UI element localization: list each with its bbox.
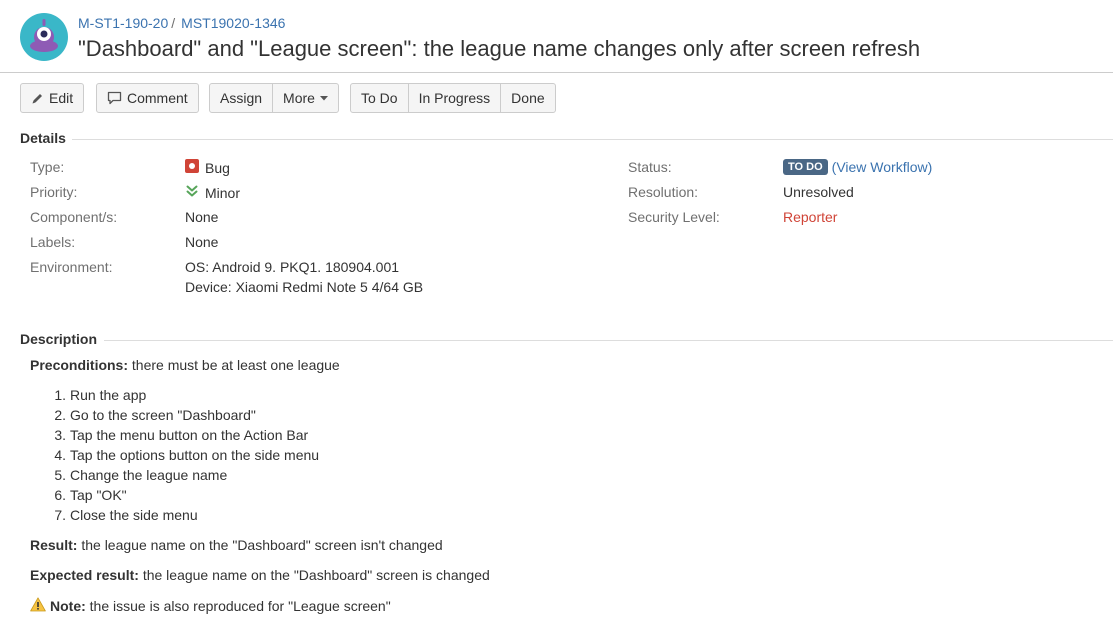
breadcrumb-project-link[interactable]: M-ST1-190-20	[78, 15, 168, 31]
note-text: the issue is also reproduced for "League…	[85, 598, 391, 614]
priority-label: Priority:	[30, 184, 78, 200]
type-value: Bug	[185, 159, 230, 176]
details-heading[interactable]: Details	[20, 130, 66, 146]
done-button-label: Done	[511, 90, 545, 106]
assign-button-label: Assign	[220, 90, 263, 106]
description-heading[interactable]: Description	[20, 331, 97, 347]
assign-more-button-group: Assign More	[209, 83, 339, 113]
steps-list: 1. Run the app 2. Go to the screen "Dashbo…	[30, 385, 319, 525]
bug-icon	[185, 159, 199, 176]
edit-button-group: Edit	[20, 83, 85, 113]
step-text: Tap "OK"	[70, 487, 127, 503]
status-value: TO DO (View Workflow)	[783, 159, 932, 175]
list-item: 1. Run the app	[30, 385, 319, 405]
step-text: Go to the screen "Dashboard"	[70, 407, 256, 423]
step-text: Tap the options button on the side menu	[70, 447, 320, 463]
expected-result-text: the league name on the "Dashboard" scree…	[138, 567, 490, 583]
step-number: 7.	[54, 507, 66, 523]
result-paragraph: Result: the league name on the "Dashboar…	[30, 537, 443, 553]
todo-button[interactable]: To Do	[351, 84, 408, 112]
result-text: the league name on the "Dashboard" scree…	[77, 537, 443, 553]
step-text: Close the side menu	[70, 507, 198, 523]
warning-icon	[30, 597, 46, 615]
comment-button[interactable]: Comment	[97, 84, 198, 112]
description-divider	[104, 340, 1113, 341]
issue-header: M-ST1-190-20/ MST19020-1346 "Dashboard" a…	[0, 0, 1113, 73]
list-item: 7. Close the side menu	[30, 505, 319, 525]
list-item: 2. Go to the screen "Dashboard"	[30, 405, 319, 425]
list-item: 6. Tap "OK"	[30, 485, 319, 505]
type-label: Type:	[30, 159, 65, 175]
components-label: Component/s:	[30, 209, 118, 225]
more-button-label: More	[283, 90, 315, 106]
double-chevron-down-icon	[185, 184, 199, 201]
done-button[interactable]: Done	[500, 84, 554, 112]
comment-button-group: Comment	[96, 83, 199, 113]
list-item: 4. Tap the options button on the side men…	[30, 445, 319, 465]
breadcrumb-issue-key-link[interactable]: MST19020-1346	[181, 15, 285, 31]
environment-os-value[interactable]: OS: Android 9. PKQ1. 180904.001	[185, 259, 399, 275]
step-number: 1.	[54, 387, 66, 403]
edit-button-label: Edit	[49, 90, 74, 106]
pencil-icon	[31, 92, 44, 105]
priority-value: Minor	[185, 184, 240, 201]
step-text: Run the app	[70, 387, 147, 403]
project-avatar-icon[interactable]	[20, 13, 68, 61]
todo-button-label: To Do	[361, 90, 398, 106]
environment-device-value[interactable]: Device: Xiaomi Redmi Note 5 4/64 GB	[185, 279, 423, 295]
priority-value-text: Minor	[205, 184, 241, 201]
caret-down-icon	[319, 95, 328, 101]
workflow-button-group: To Do In Progress Done	[350, 83, 556, 113]
assign-button[interactable]: Assign	[210, 84, 272, 112]
step-number: 2.	[54, 407, 66, 423]
components-value[interactable]: None	[185, 209, 218, 225]
in-progress-button-label: In Progress	[418, 90, 491, 106]
note-label: Note:	[50, 598, 86, 614]
step-number: 4.	[54, 447, 66, 463]
issue-title[interactable]: "Dashboard" and "League screen": the lea…	[78, 36, 920, 62]
step-number: 3.	[54, 427, 66, 443]
step-text: Tap the menu button on the Action Bar	[70, 427, 309, 443]
step-text: Change the league name	[70, 467, 228, 483]
note-paragraph: Note: the issue is also reproduced for "…	[30, 597, 391, 615]
expected-result-label: Expected result:	[30, 567, 139, 583]
expected-result-paragraph: Expected result: the league name on the …	[30, 567, 490, 583]
preconditions-text: there must be at least one league	[128, 357, 340, 373]
step-number: 6.	[54, 487, 66, 503]
preconditions-label: Preconditions:	[30, 357, 129, 373]
type-value-text: Bug	[205, 159, 230, 176]
details-divider	[72, 139, 1113, 140]
view-workflow-link[interactable]: View Workflow	[836, 159, 927, 175]
status-badge: TO DO	[783, 159, 828, 175]
result-label: Result:	[30, 537, 78, 553]
status-label: Status:	[628, 159, 672, 175]
in-progress-button[interactable]: In Progress	[407, 84, 501, 112]
edit-button[interactable]: Edit	[21, 84, 83, 112]
comment-button-label: Comment	[127, 90, 188, 106]
resolution-value: Unresolved	[783, 184, 854, 200]
more-button[interactable]: More	[272, 84, 338, 112]
security-level-label: Security Level:	[628, 209, 720, 225]
environment-label: Environment:	[30, 259, 113, 275]
breadcrumb: M-ST1-190-20/ MST19020-1346	[78, 15, 285, 31]
labels-label: Labels:	[30, 234, 76, 250]
step-number: 5.	[54, 467, 66, 483]
security-level-value[interactable]: Reporter	[783, 209, 837, 225]
list-item: 5. Change the league name	[30, 465, 319, 485]
view-workflow-close-paren: )	[927, 159, 933, 175]
preconditions-paragraph: Preconditions: there must be at least on…	[30, 357, 340, 373]
labels-value[interactable]: None	[185, 234, 218, 250]
breadcrumb-separator: /	[171, 15, 176, 31]
resolution-label: Resolution:	[628, 184, 699, 200]
list-item: 3. Tap the menu button on the Action Bar	[30, 425, 319, 445]
speech-bubble-icon	[107, 91, 122, 105]
